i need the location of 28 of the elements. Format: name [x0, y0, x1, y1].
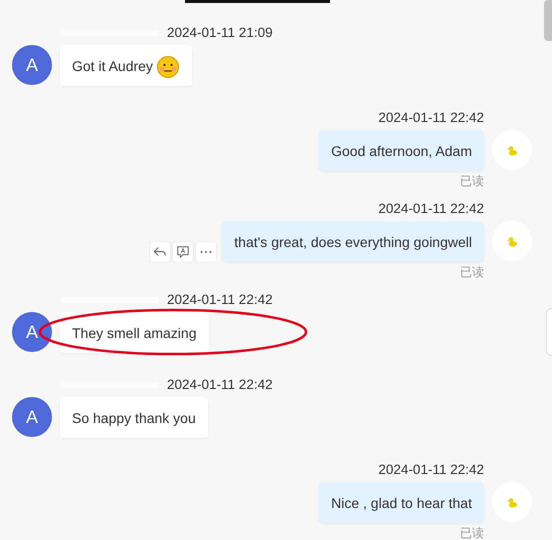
- user-avatar[interactable]: A: [12, 45, 52, 85]
- duck-icon: [506, 496, 518, 508]
- read-status: 已读: [460, 264, 484, 280]
- translate-icon[interactable]: [173, 242, 194, 262]
- scrollbar-thumb[interactable]: [544, 0, 552, 41]
- user-avatar[interactable]: [492, 482, 532, 522]
- user-avatar[interactable]: A: [12, 312, 52, 352]
- message-text: Nice , glad to hear that: [331, 494, 472, 510]
- user-avatar[interactable]: A: [12, 397, 52, 437]
- message-text: that's great, does everything goingwell: [234, 234, 472, 250]
- duck-icon: [506, 144, 518, 156]
- smiley-emoji-icon: [156, 54, 180, 78]
- message-time: 2024-01-11 22:42: [167, 291, 273, 309]
- duck-icon: [506, 236, 518, 246]
- message-text: Good afternoon, Adam: [331, 142, 472, 158]
- message-time: 2024-01-11 22:42: [167, 376, 273, 394]
- read-status: 已读: [460, 173, 484, 189]
- message-text: They smell amazing: [72, 324, 196, 340]
- message-time: 2024-01-11 22:42: [378, 200, 484, 218]
- reply-icon[interactable]: [150, 242, 170, 262]
- message-time: 2024-01-11 21:09: [167, 24, 273, 42]
- message-time: 2024-01-11 22:42: [378, 461, 484, 479]
- user-avatar[interactable]: [492, 221, 532, 261]
- message-text: Got it Audrey: [72, 58, 153, 74]
- message-time: 2024-01-11 22:42: [378, 109, 484, 127]
- user-avatar[interactable]: [492, 130, 532, 170]
- message-text: So happy thank you: [72, 410, 196, 426]
- read-status: 已读: [460, 525, 484, 540]
